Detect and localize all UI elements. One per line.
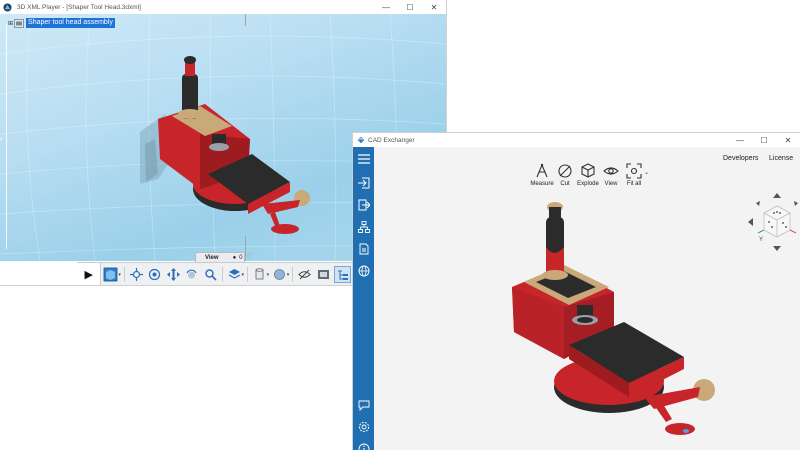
minimize-button[interactable]: — [728, 133, 752, 147]
viewport-divider-top [245, 14, 246, 26]
chat-icon[interactable] [356, 397, 371, 412]
xml-player-titlebar: 3D XML Player - [Shaper Tool Head.3dxml]… [0, 0, 446, 14]
import-icon[interactable] [356, 175, 371, 190]
structure-icon[interactable] [356, 219, 371, 234]
maximize-button[interactable]: ☐ [752, 133, 776, 147]
cad-sidebar [353, 147, 374, 450]
view-label: View [205, 255, 219, 261]
window-title: 3D XML Player - [Shaper Tool Head.3dxml] [17, 3, 141, 11]
sphere-dropdown-icon[interactable]: ▾ [287, 272, 290, 278]
shaper-tool-model-right[interactable] [374, 147, 800, 450]
target-icon[interactable] [147, 267, 162, 282]
minimize-button[interactable]: — [374, 0, 398, 14]
screenshot-icon[interactable] [316, 267, 331, 282]
close-button[interactable]: ✕ [422, 0, 446, 14]
maximize-button[interactable]: ☐ [398, 0, 422, 14]
convert-icon[interactable] [356, 241, 371, 256]
zoom-icon[interactable] [203, 267, 218, 282]
view-indicator-icon: ● [232, 255, 237, 261]
export-icon[interactable] [356, 197, 371, 212]
cad-exchanger-window: CAD Exchanger — ☐ ✕ Developers License M… [353, 133, 800, 450]
layers-dropdown-icon[interactable]: ▾ [241, 272, 244, 278]
rotate-icon[interactable] [185, 267, 200, 282]
toolbar-separator [247, 267, 248, 282]
move-icon[interactable] [166, 267, 181, 282]
favorite-view-icon[interactable]: ♡ [246, 252, 253, 261]
hide-icon[interactable] [297, 267, 312, 282]
explode-icon[interactable] [129, 267, 144, 282]
app-logo-icon [3, 2, 12, 12]
sphere-icon[interactable] [272, 267, 287, 282]
toolbar-separator [123, 267, 125, 282]
cylinder-icon[interactable] [252, 267, 267, 282]
settings-icon[interactable] [356, 419, 371, 434]
info-icon[interactable] [356, 441, 371, 450]
cad-exchanger-titlebar: CAD Exchanger — ☐ ✕ [353, 133, 800, 147]
cad-main-area[interactable]: Developers License Measure Cut Explode V… [374, 147, 800, 450]
cad-exchanger-logo-icon [357, 136, 365, 144]
cylinder-dropdown-icon[interactable]: ▾ [267, 272, 270, 278]
view-count: 0 [239, 255, 243, 261]
web-icon[interactable] [356, 263, 371, 278]
cube-view-dropdown-icon[interactable]: ▾ [118, 272, 121, 278]
window-title: CAD Exchanger [368, 136, 415, 144]
layers-icon[interactable] [227, 267, 242, 282]
play-icon: ▶ [84, 269, 93, 281]
toolbar-separator [292, 267, 294, 282]
xml-player-toolbar: ▶ ▾ ▾ ▾ ▾ [77, 262, 353, 285]
menu-icon[interactable] [356, 151, 371, 166]
cube-view-icon[interactable] [103, 267, 118, 282]
toolbar-separator [221, 267, 223, 282]
play-button[interactable]: ▶ [77, 263, 102, 285]
tree-view-icon[interactable] [334, 266, 352, 283]
close-button[interactable]: ✕ [776, 133, 800, 147]
